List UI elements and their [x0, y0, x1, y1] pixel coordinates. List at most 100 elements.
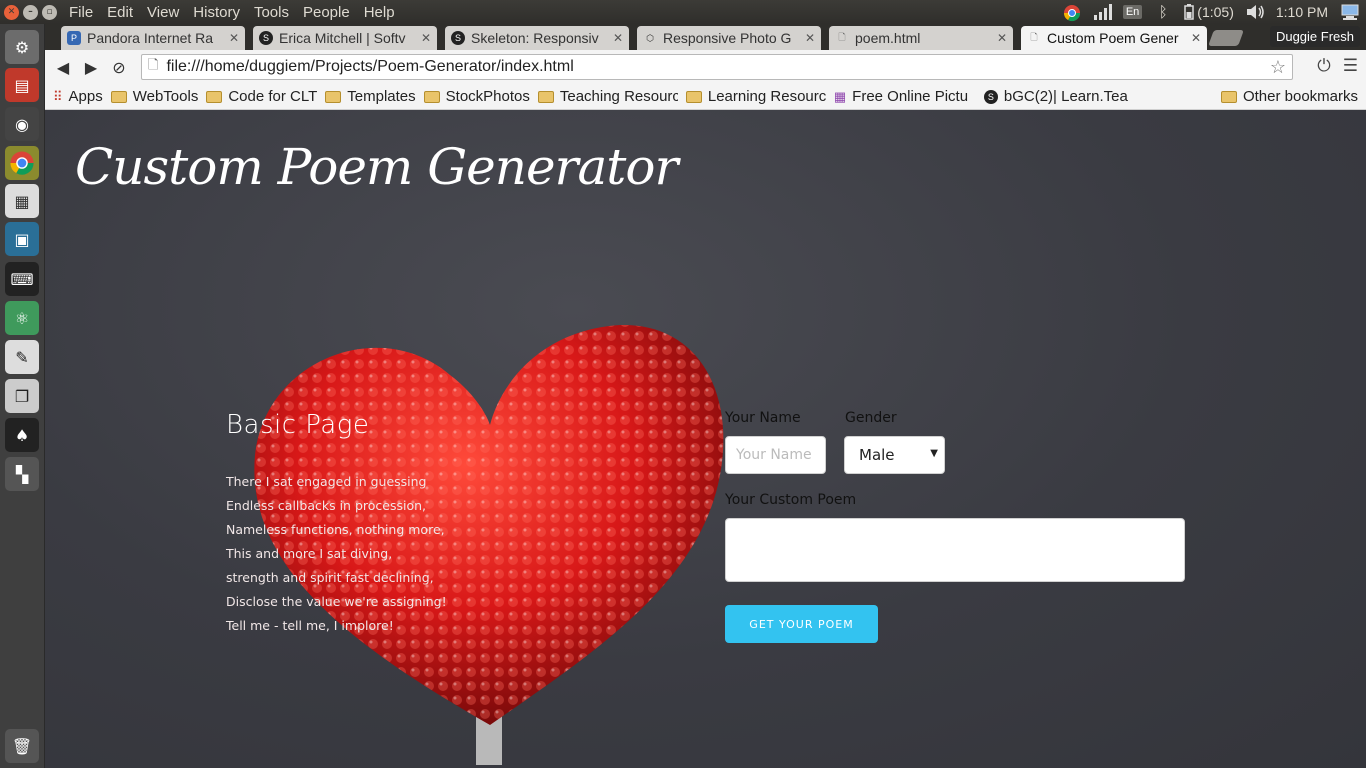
close-window-button[interactable]: ✕	[4, 4, 19, 20]
bookmark-label: Code for CLT	[228, 88, 318, 105]
folder-icon	[1220, 90, 1237, 103]
tab-erica-mitchell[interactable]: S Erica Mitchell | Softv ✕	[253, 26, 437, 50]
folder-icon	[423, 90, 440, 103]
atom-icon[interactable]: ⚛	[5, 301, 39, 335]
reload-icon[interactable]: ⊘	[105, 58, 133, 77]
bookmark-label: bGC(2)| Learn.Tea	[1003, 88, 1128, 105]
menu-file[interactable]: File	[69, 4, 93, 21]
site-favicon: S	[983, 89, 998, 104]
extension-icon[interactable]: ⏻	[1317, 56, 1330, 76]
pictures-favicon: ▦	[833, 88, 847, 104]
tab-skeleton[interactable]: S Skeleton: Responsiv ✕	[445, 26, 629, 50]
bookmark-label: Free Online Pictu	[852, 88, 969, 105]
other-bookmarks[interactable]: Other bookmarks	[1220, 88, 1358, 105]
folder-icon	[325, 90, 342, 103]
maximize-window-button[interactable]: ▫	[42, 4, 57, 20]
tab-title: Custom Poem Gener	[1047, 30, 1179, 46]
editor-icon[interactable]: ✎	[5, 340, 39, 374]
back-arrow-icon[interactable]: ◀	[49, 58, 77, 77]
menu-tools[interactable]: Tools	[254, 4, 289, 21]
bookmark-folder-teaching[interactable]: Teaching Resourc	[537, 88, 678, 105]
tab-title: Skeleton: Responsiv	[471, 30, 599, 46]
bookmark-label: StockPhotos	[445, 88, 530, 105]
network-icon[interactable]	[1093, 4, 1112, 20]
new-tab-button[interactable]	[1208, 30, 1244, 46]
gender-label: Gender	[845, 410, 897, 426]
tab-strip: P Pandora Internet Ra ✕ S Erica Mitchell…	[45, 24, 1366, 50]
battery-icon	[1184, 4, 1195, 20]
bookmark-folder-code-for-clt[interactable]: Code for CLT	[206, 88, 317, 105]
os-menubar: ✕ – ▫ File Edit View History Tools Peopl…	[0, 0, 1366, 24]
keyboard-layout-indicator[interactable]: En	[1122, 5, 1143, 19]
close-tab-icon[interactable]: ✕	[613, 31, 623, 45]
menu-edit[interactable]: Edit	[107, 4, 133, 21]
settings-icon[interactable]: ⚙	[5, 30, 39, 64]
bookmark-folder-templates[interactable]: Templates	[325, 88, 416, 105]
name-input[interactable]: Your Name	[725, 436, 826, 474]
close-tab-icon[interactable]: ✕	[997, 31, 1007, 45]
poem-line: strength and spirit fast declining,	[226, 570, 434, 585]
bookmark-folder-webtools[interactable]: WebTools	[110, 88, 198, 105]
get-poem-button[interactable]: Get your poem	[725, 605, 878, 643]
firefox-icon[interactable]: ◉	[5, 107, 39, 141]
poem-line: Nameless functions, nothing more,	[226, 522, 445, 537]
tab-custom-poem[interactable]: 🗋 Custom Poem Gener ✕	[1021, 26, 1207, 50]
bookmark-folder-stockphotos[interactable]: StockPhotos	[423, 88, 530, 105]
battery-time: (1:05)	[1197, 4, 1234, 20]
bluetooth-icon[interactable]: ᛒ	[1154, 4, 1172, 21]
menu-history[interactable]: History	[193, 4, 240, 21]
address-bar[interactable]: 🗋 file:///home/duggiem/Projects/Poem-Gen…	[141, 54, 1293, 80]
close-tab-icon[interactable]: ✕	[1191, 31, 1201, 45]
sample-poem: There I sat engaged in guessing Endless …	[226, 470, 447, 638]
poem-line: There I sat engaged in guessing	[226, 474, 427, 489]
close-tab-icon[interactable]: ✕	[421, 31, 431, 45]
inkscape-icon[interactable]: ♠	[5, 418, 39, 452]
battery-indicator[interactable]: (1:05)	[1184, 4, 1234, 20]
close-tab-icon[interactable]: ✕	[805, 31, 815, 45]
bookmark-label: Apps	[68, 88, 103, 105]
bookmark-folder-learning[interactable]: Learning Resourc	[685, 88, 826, 105]
forward-arrow-icon[interactable]: ▶	[77, 58, 105, 77]
tab-poem-html[interactable]: 🗋 poem.html ✕	[829, 26, 1013, 50]
chrome-tray-icon[interactable]	[1063, 4, 1081, 22]
close-tab-icon[interactable]: ✕	[229, 31, 239, 45]
volume-icon[interactable]	[1246, 4, 1264, 20]
tab-title: Pandora Internet Ra	[87, 30, 214, 46]
bookmark-label: Other bookmarks	[1242, 88, 1358, 105]
menu-people[interactable]: People	[303, 4, 350, 21]
bookmark-bgc-learn[interactable]: S bGC(2)| Learn.Tea	[983, 88, 1130, 105]
virtualbox-icon[interactable]: ▣	[5, 222, 39, 256]
bookmark-free-online-pictures[interactable]: ▦ Free Online Pictu	[834, 88, 976, 105]
profile-button[interactable]: Duggie Fresh	[1269, 26, 1360, 47]
tab-pandora[interactable]: P Pandora Internet Ra ✕	[61, 26, 245, 50]
toolbar-actions: ⏻ ☰	[1317, 56, 1358, 76]
chrome-menu-icon[interactable]: ☰	[1343, 56, 1358, 76]
clock[interactable]: 1:10 PM	[1276, 4, 1328, 20]
photos-icon[interactable]: ❐	[5, 379, 39, 413]
custom-poem-textarea[interactable]	[725, 518, 1185, 582]
url-text: file:///home/duggiem/Projects/Poem-Gener…	[166, 58, 574, 75]
gender-selected-value: Male	[859, 446, 895, 464]
browser-toolbar: ◀ ▶ ⊘ 🗋 file:///home/duggiem/Projects/Po…	[45, 50, 1366, 84]
tab-responsive-photo[interactable]: ⬡ Responsive Photo G ✕	[637, 26, 821, 50]
menu-view[interactable]: View	[147, 4, 179, 21]
bookmark-star-icon[interactable]: ☆	[1270, 57, 1286, 78]
system-tray: En ᛒ (1:05) 1:10 PM	[1063, 0, 1359, 24]
chrome-icon[interactable]	[5, 146, 39, 180]
apps-icon[interactable]: ▦	[5, 184, 39, 218]
app-menu: File Edit View History Tools People Help	[69, 4, 395, 21]
trash-icon[interactable]: 🗑	[5, 729, 39, 763]
page-heading: Basic Page	[226, 410, 370, 440]
bookmark-label: Templates	[347, 88, 416, 105]
session-menu-icon[interactable]	[1340, 4, 1359, 20]
menu-help[interactable]: Help	[364, 4, 395, 21]
workspaces-icon[interactable]: ▚	[5, 457, 39, 491]
terminal-icon[interactable]: ⌨	[5, 262, 39, 296]
folder-icon	[537, 90, 554, 103]
bookmark-apps[interactable]: ⠿ Apps	[53, 88, 103, 105]
minimize-window-button[interactable]: –	[23, 4, 38, 20]
apps-grid-icon: ⠿	[53, 88, 63, 104]
files-icon[interactable]: ▤	[5, 68, 39, 102]
gender-select[interactable]: Male ▼	[844, 436, 945, 474]
name-label: Your Name	[725, 410, 801, 426]
